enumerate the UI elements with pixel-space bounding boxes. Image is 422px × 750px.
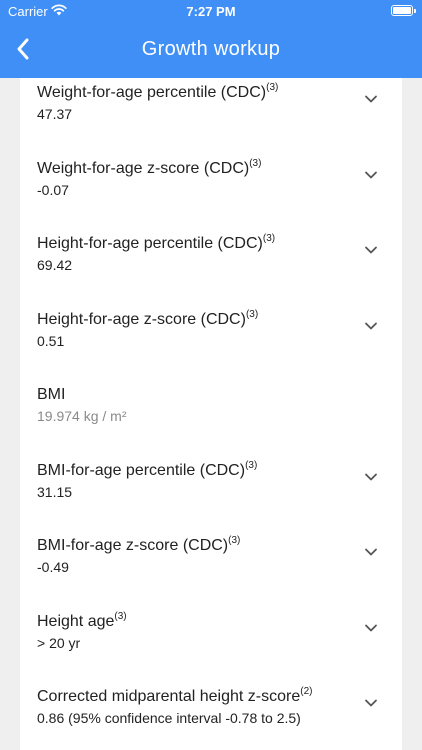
result-label: Height-for-age percentile (CDC)(3) bbox=[37, 233, 276, 253]
result-value: 0.51 bbox=[37, 332, 65, 349]
result-label: Height age(3) bbox=[37, 610, 127, 631]
chevron-down-icon[interactable] bbox=[364, 319, 378, 333]
chevron-down-icon[interactable] bbox=[364, 470, 378, 484]
chevron-down-icon[interactable] bbox=[364, 545, 378, 559]
result-label-text: BMI-for-age z-score (CDC) bbox=[37, 537, 229, 554]
result-label-text: BMI bbox=[37, 386, 66, 403]
result-row[interactable]: Corrected midparental height z-score(2) 0… bbox=[20, 686, 402, 750]
result-value: 0.86 (95% confidence interval -0.78 to 2… bbox=[37, 710, 301, 726]
result-row[interactable]: Height age(3) > 20 yr bbox=[20, 610, 402, 688]
reference-superscript: (3) bbox=[228, 535, 241, 546]
chevron-down-icon[interactable] bbox=[364, 696, 378, 710]
chevron-down-icon[interactable] bbox=[364, 243, 378, 257]
reference-superscript: (3) bbox=[249, 157, 262, 169]
result-label-text: Height age bbox=[37, 612, 115, 630]
navigation-bar: Growth workup bbox=[0, 22, 422, 78]
reference-superscript: (3) bbox=[245, 308, 259, 320]
result-value: 47.37 bbox=[37, 106, 73, 122]
result-label-text: Weight-for-age percentile (CDC) bbox=[37, 84, 267, 101]
reference-superscript: (3) bbox=[245, 459, 258, 471]
result-label-text: Height-for-age z-score (CDC) bbox=[37, 310, 246, 328]
reference-superscript: (3) bbox=[114, 610, 127, 622]
page-title: Growth workup bbox=[141, 38, 281, 60]
result-label: BMI-for-age percentile (CDC)(3) bbox=[37, 459, 258, 480]
result-row[interactable]: Weight-for-age percentile (CDC)(3) 47.37 bbox=[20, 82, 402, 159]
result-label: Corrected midparental height z-score(2) bbox=[37, 686, 313, 706]
result-value: -0.07 bbox=[37, 181, 69, 198]
battery-icon bbox=[391, 5, 416, 16]
reference-superscript: (3) bbox=[266, 82, 279, 93]
result-label: BMI bbox=[37, 386, 65, 404]
result-label: Weight-for-age percentile (CDC)(3) bbox=[37, 82, 279, 102]
result-row[interactable]: BMI-for-age z-score (CDC)(3) -0.49 bbox=[20, 535, 402, 612]
result-label: Height-for-age z-score (CDC)(3) bbox=[37, 308, 259, 329]
reference-superscript: (2) bbox=[300, 686, 313, 697]
chevron-down-icon[interactable] bbox=[364, 92, 378, 106]
result-label-text: Height-for-age percentile (CDC) bbox=[37, 235, 263, 252]
result-label-text: Weight-for-age z-score (CDC) bbox=[37, 159, 250, 177]
app-header: Carrier 7:27 PM Growth workup bbox=[0, 0, 422, 78]
result-value: 19.974 kg / m² bbox=[37, 408, 127, 424]
status-bar: Carrier 7:27 PM bbox=[0, 0, 422, 22]
result-value: 31.15 bbox=[37, 483, 73, 500]
result-row[interactable]: Weight-for-age z-score (CDC)(3) -0.07 bbox=[20, 157, 402, 235]
result-row[interactable]: BMI-for-age percentile (CDC)(3) 31.15 bbox=[20, 459, 402, 537]
reference-superscript: (3) bbox=[262, 233, 276, 244]
result-row[interactable]: Height-for-age percentile (CDC)(3) 69.42 bbox=[20, 233, 402, 310]
result-value: -0.49 bbox=[37, 559, 69, 575]
result-label-text: BMI-for-age percentile (CDC) bbox=[37, 461, 246, 479]
result-label-text: Corrected midparental height z-score bbox=[37, 688, 301, 705]
result-value: 69.42 bbox=[37, 257, 73, 273]
results-list[interactable]: Weight-for-age percentile (CDC)(3) 47.37 W… bbox=[20, 78, 402, 750]
result-label: Weight-for-age z-score (CDC)(3) bbox=[37, 157, 262, 178]
result-value: > 20 yr bbox=[37, 634, 81, 651]
chevron-down-icon[interactable] bbox=[364, 168, 378, 182]
result-row[interactable]: Height-for-age z-score (CDC)(3) 0.51 bbox=[20, 308, 402, 386]
result-label: BMI-for-age z-score (CDC)(3) bbox=[37, 535, 241, 555]
chevron-down-icon[interactable] bbox=[364, 621, 378, 635]
status-time: 7:27 PM bbox=[186, 4, 236, 19]
result-row: BMI 19.974 kg / m² bbox=[20, 386, 402, 461]
